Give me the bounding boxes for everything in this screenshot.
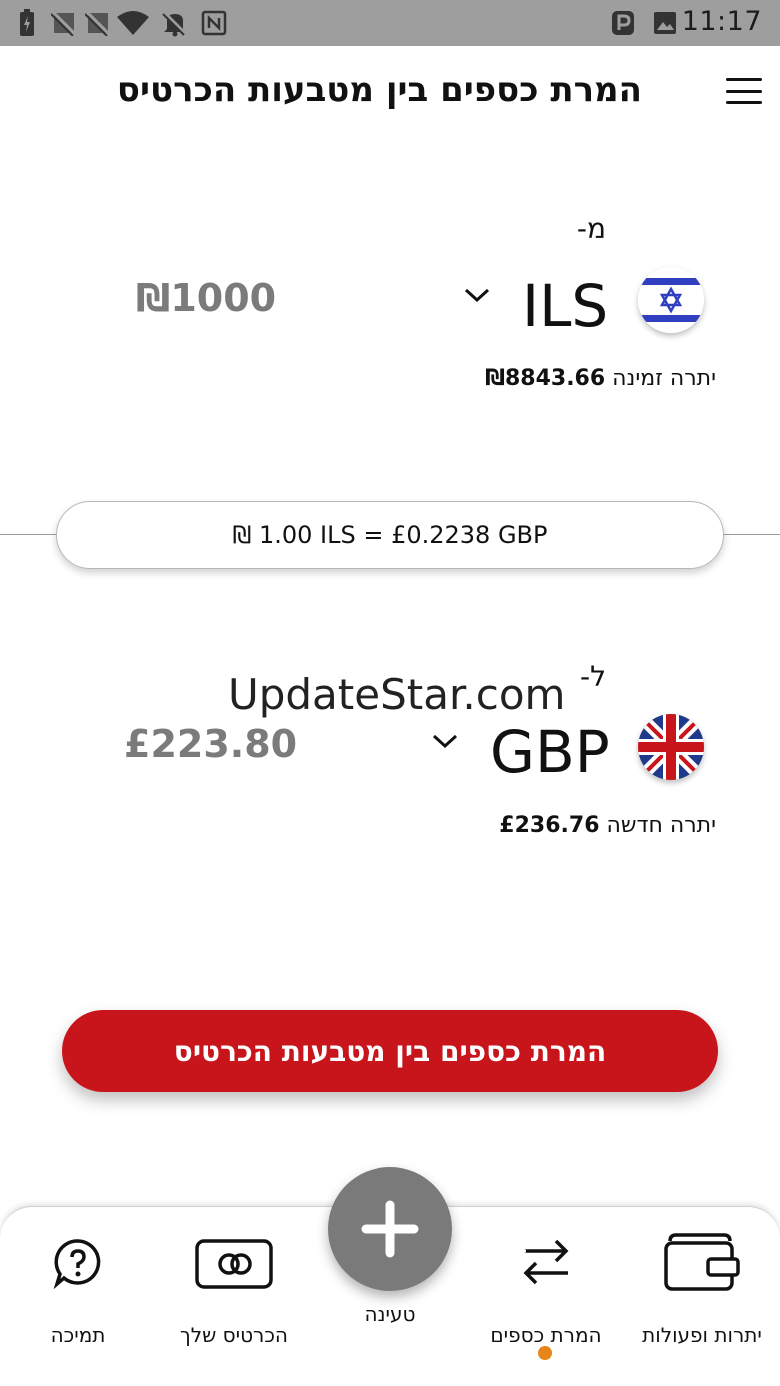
app-header: המרת כספים בין מטבעות הכרטיס: [0, 46, 780, 142]
battery-icon: [16, 8, 38, 38]
nav-label-support: תמיכה: [50, 1323, 106, 1347]
wallet-icon: [624, 1231, 780, 1293]
notification-off-icon: [84, 8, 112, 38]
to-currency-code[interactable]: GBP: [490, 718, 610, 786]
image-icon: [652, 8, 678, 38]
from-balance-value: ₪8843.66: [485, 366, 606, 391]
nav-label-exchange: המרת כספים: [490, 1323, 602, 1347]
from-available-balance: יתרה זמינה ₪8843.66: [485, 366, 716, 391]
to-chevron-down-icon[interactable]: [430, 726, 460, 756]
nav-label-balances: יתרות ופעולות: [642, 1323, 762, 1347]
from-currency-code[interactable]: ILS: [522, 272, 608, 340]
nav-label-top-up: טעינה: [364, 1302, 416, 1326]
parking-icon: [610, 8, 636, 38]
watermark: UpdateStar.com: [228, 670, 566, 719]
nav-item-support[interactable]: תמיכה: [0, 1227, 156, 1367]
status-time: 11:17: [681, 6, 762, 37]
exchange-arrows-icon: [468, 1235, 624, 1289]
from-label: מ-: [576, 212, 606, 245]
nav-label-your-card: הכרטיס שלך: [180, 1323, 288, 1347]
nav-item-balances[interactable]: יתרות ופעולות: [624, 1227, 780, 1367]
bell-off-icon: [160, 8, 190, 38]
from-balance-label: יתרה זמינה: [605, 366, 716, 391]
top-up-button[interactable]: [328, 1167, 452, 1291]
to-balance-label: יתרה חדשה: [599, 813, 716, 838]
active-indicator: [538, 1346, 552, 1360]
uk-flag-icon: [638, 714, 704, 780]
israel-flag-icon: [638, 267, 704, 333]
status-bar: 11:17: [0, 0, 780, 46]
wifi-icon: [116, 8, 150, 38]
from-chevron-down-icon[interactable]: [462, 280, 492, 310]
to-amount: £223.80: [124, 722, 298, 766]
to-balance-value: £236.76: [499, 813, 600, 838]
notification-off-icon: [50, 8, 78, 38]
from-amount-input[interactable]: ₪1000: [136, 276, 276, 320]
nfc-icon: [200, 8, 228, 38]
to-new-balance: יתרה חדשה £236.76: [499, 813, 716, 838]
hamburger-menu-icon[interactable]: [726, 76, 762, 106]
exchange-rate-pill: ₪ 1.00 ILS = £0.2238 GBP: [56, 501, 724, 569]
plus-icon: [361, 1200, 419, 1258]
help-chat-icon: [0, 1237, 156, 1289]
convert-button[interactable]: המרת כספים בין מטבעות הכרטיס: [62, 1010, 718, 1092]
nav-item-your-card[interactable]: הכרטיס שלך: [156, 1227, 312, 1367]
page-title: המרת כספים בין מטבעות הכרטיס: [116, 70, 642, 110]
exchange-rate-text: ₪ 1.00 ILS = £0.2238 GBP: [232, 521, 548, 549]
to-label: ל-: [579, 660, 606, 693]
credit-card-icon: [156, 1239, 312, 1289]
